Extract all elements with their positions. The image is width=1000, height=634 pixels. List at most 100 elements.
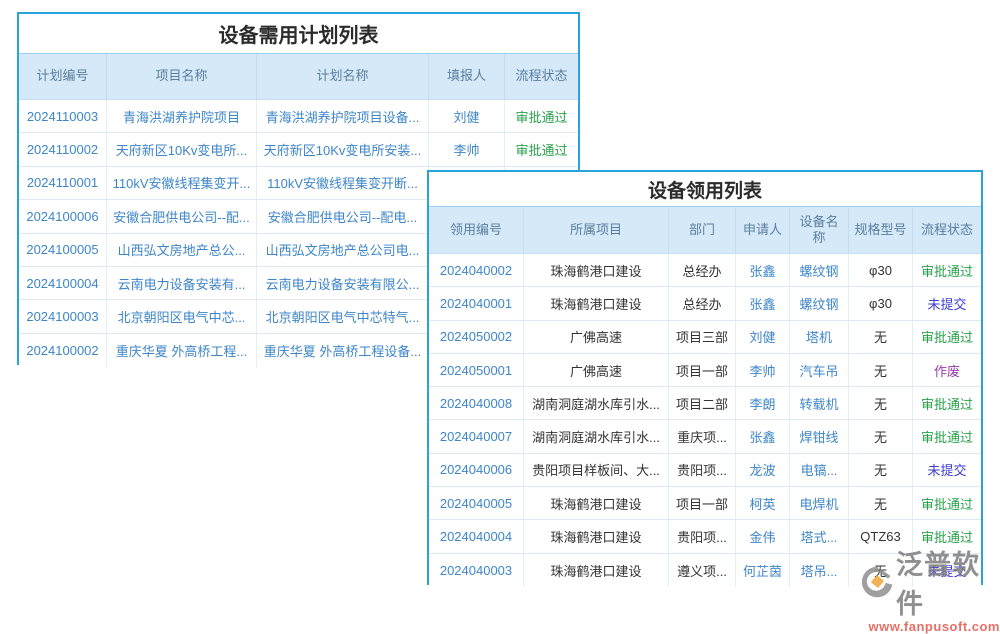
project-cell: 珠海鹤港口建设: [524, 520, 669, 552]
equipment-name-cell[interactable]: 电镐...: [790, 454, 849, 486]
equipment-name-cell[interactable]: 转载机: [790, 387, 849, 419]
applicant-cell[interactable]: 张鑫: [736, 254, 790, 286]
project-name-cell[interactable]: 北京朝阳区电气中芯...: [107, 300, 257, 332]
applicant-cell[interactable]: 张鑫: [736, 420, 790, 452]
equipment-name-cell[interactable]: 汽车吊: [790, 354, 849, 386]
status-badge: 审批通过: [913, 254, 981, 286]
status-badge: 审批通过: [913, 387, 981, 419]
table-row[interactable]: 2024040008 湖南洞庭湖水库引水... 项目二部 李朗 转载机 无 审批…: [429, 387, 981, 420]
table-row[interactable]: 2024110002 天府新区10Kv变电所... 天府新区10Kv变电所安装.…: [19, 133, 578, 166]
equipment-name-cell[interactable]: 螺纹钢: [790, 254, 849, 286]
column-header-department: 部门: [669, 207, 736, 253]
equipment-name-cell[interactable]: 塔吊...: [790, 554, 849, 587]
plan-id-link[interactable]: 2024100002: [19, 334, 107, 367]
applicant-cell[interactable]: 柯英: [736, 487, 790, 519]
table-row[interactable]: 2024040003 珠海鹤港口建设 遵义项... 何芷茵 塔吊... 无 未提…: [429, 554, 981, 587]
plan-name-cell[interactable]: 青海洪湖养护院项目设备...: [257, 100, 429, 132]
column-header-flow-status: 流程状态: [505, 54, 578, 99]
department-cell: 贵阳项...: [669, 520, 736, 552]
applicant-cell[interactable]: 李帅: [736, 354, 790, 386]
column-header-flow-status: 流程状态: [913, 207, 981, 253]
plan-name-cell[interactable]: 重庆华夏 外高桥工程设备...: [257, 334, 429, 367]
table-row[interactable]: 2024050002 广佛高速 项目三部 刘健 塔机 无 审批通过: [429, 321, 981, 354]
requisition-id-link[interactable]: 2024040007: [429, 420, 524, 452]
spec-model-cell: 无: [849, 321, 913, 353]
plan-id-link[interactable]: 2024100003: [19, 300, 107, 332]
equipment-name-cell[interactable]: 焊钳线: [790, 420, 849, 452]
project-name-cell[interactable]: 重庆华夏 外高桥工程...: [107, 334, 257, 367]
status-badge: 审批通过: [913, 520, 981, 552]
requisition-id-link[interactable]: 2024040003: [429, 554, 524, 587]
department-cell: 总经办: [669, 254, 736, 286]
project-name-cell[interactable]: 安徽合肥供电公司--配...: [107, 200, 257, 232]
plan-name-cell[interactable]: 山西弘文房地产总公司电...: [257, 234, 429, 266]
table-row[interactable]: 2024040002 珠海鹤港口建设 总经办 张鑫 螺纹钢 φ30 审批通过: [429, 254, 981, 287]
plan-id-link[interactable]: 2024110002: [19, 133, 107, 165]
plan-id-link[interactable]: 2024110003: [19, 100, 107, 132]
plan-id-link[interactable]: 2024100004: [19, 267, 107, 299]
equipment-name-cell[interactable]: 电焊机: [790, 487, 849, 519]
applicant-cell[interactable]: 张鑫: [736, 287, 790, 319]
project-name-cell[interactable]: 110kV安徽线程集变开...: [107, 167, 257, 199]
applicant-cell[interactable]: 金伟: [736, 520, 790, 552]
equipment-name-cell[interactable]: 塔机: [790, 321, 849, 353]
spec-model-cell: φ30: [849, 287, 913, 319]
project-cell: 珠海鹤港口建设: [524, 487, 669, 519]
status-badge: 未提交: [913, 554, 981, 587]
department-cell: 重庆项...: [669, 420, 736, 452]
equipment-name-cell[interactable]: 螺纹钢: [790, 287, 849, 319]
applicant-cell[interactable]: 刘健: [736, 321, 790, 353]
column-header-plan-name: 计划名称: [257, 54, 429, 99]
filler-cell: 刘健: [429, 100, 505, 132]
applicant-cell[interactable]: 何芷茵: [736, 554, 790, 587]
project-cell: 广佛高速: [524, 321, 669, 353]
project-name-cell[interactable]: 青海洪湖养护院项目: [107, 100, 257, 132]
requisition-id-link[interactable]: 2024040008: [429, 387, 524, 419]
project-cell: 湖南洞庭湖水库引水...: [524, 387, 669, 419]
project-name-cell[interactable]: 云南电力设备安装有...: [107, 267, 257, 299]
table-row[interactable]: 2024110003 青海洪湖养护院项目 青海洪湖养护院项目设备... 刘健 审…: [19, 100, 578, 133]
status-badge: 作废: [913, 354, 981, 386]
project-name-cell[interactable]: 天府新区10Kv变电所...: [107, 133, 257, 165]
applicant-cell[interactable]: 龙波: [736, 454, 790, 486]
project-cell: 广佛高速: [524, 354, 669, 386]
requisition-table-title: 设备领用列表: [429, 172, 981, 207]
table-row[interactable]: 2024040005 珠海鹤港口建设 项目一部 柯英 电焊机 无 审批通过: [429, 487, 981, 520]
requisition-id-link[interactable]: 2024040006: [429, 454, 524, 486]
plan-name-cell[interactable]: 110kV安徽线程集变开断...: [257, 167, 429, 199]
department-cell: 项目一部: [669, 487, 736, 519]
applicant-cell[interactable]: 李朗: [736, 387, 790, 419]
spec-model-cell: φ30: [849, 254, 913, 286]
equipment-name-cell[interactable]: 塔式...: [790, 520, 849, 552]
plan-name-cell[interactable]: 安徽合肥供电公司--配电...: [257, 200, 429, 232]
table-row[interactable]: 2024050001 广佛高速 项目一部 李帅 汽车吊 无 作废: [429, 354, 981, 387]
requisition-id-link[interactable]: 2024040002: [429, 254, 524, 286]
department-cell: 项目一部: [669, 354, 736, 386]
plan-id-link[interactable]: 2024100006: [19, 200, 107, 232]
project-name-cell[interactable]: 山西弘文房地产总公...: [107, 234, 257, 266]
plan-id-link[interactable]: 2024110001: [19, 167, 107, 199]
plan-id-link[interactable]: 2024100005: [19, 234, 107, 266]
table-row[interactable]: 2024040004 珠海鹤港口建设 贵阳项... 金伟 塔式... QTZ63…: [429, 520, 981, 553]
requisition-id-link[interactable]: 2024050001: [429, 354, 524, 386]
department-cell: 项目三部: [669, 321, 736, 353]
spec-model-cell: 无: [849, 454, 913, 486]
project-cell: 珠海鹤港口建设: [524, 287, 669, 319]
spec-model-cell: 无: [849, 387, 913, 419]
plan-name-cell[interactable]: 云南电力设备安装有限公...: [257, 267, 429, 299]
table-row[interactable]: 2024040001 珠海鹤港口建设 总经办 张鑫 螺纹钢 φ30 未提交: [429, 287, 981, 320]
requisition-id-link[interactable]: 2024040001: [429, 287, 524, 319]
table-row[interactable]: 2024040007 湖南洞庭湖水库引水... 重庆项... 张鑫 焊钳线 无 …: [429, 420, 981, 453]
plan-name-cell[interactable]: 天府新区10Kv变电所安装...: [257, 133, 429, 165]
column-header-plan-id: 计划编号: [19, 54, 107, 99]
spec-model-cell: 无: [849, 554, 913, 587]
project-cell: 珠海鹤港口建设: [524, 254, 669, 286]
requisition-table-header-row: 领用编号 所属项目 部门 申请人 设备名称 规格型号 流程状态: [429, 207, 981, 254]
requisition-id-link[interactable]: 2024050002: [429, 321, 524, 353]
table-row[interactable]: 2024040006 贵阳项目样板间、大... 贵阳项... 龙波 电镐... …: [429, 454, 981, 487]
plan-name-cell[interactable]: 北京朝阳区电气中芯特气...: [257, 300, 429, 332]
requisition-id-link[interactable]: 2024040004: [429, 520, 524, 552]
status-badge: 审批通过: [505, 100, 578, 132]
requisition-table-body: 2024040002 珠海鹤港口建设 总经办 张鑫 螺纹钢 φ30 审批通过 2…: [429, 254, 981, 587]
requisition-id-link[interactable]: 2024040005: [429, 487, 524, 519]
